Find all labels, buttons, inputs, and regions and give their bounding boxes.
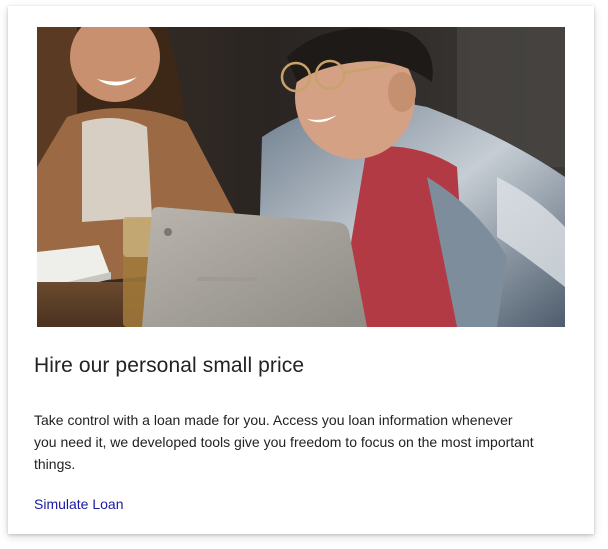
card-title: Hire our personal small price xyxy=(34,354,305,377)
card-description: Take control with a loan made for you. A… xyxy=(34,412,534,472)
hero-photo xyxy=(37,27,565,327)
simulate-loan-link[interactable]: Simulate Loan xyxy=(34,496,124,512)
loan-card: Hire our personal small price Take contr… xyxy=(8,6,594,534)
